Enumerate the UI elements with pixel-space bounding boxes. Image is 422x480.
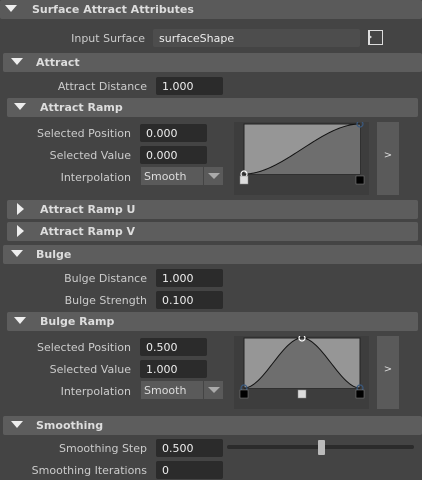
- selected-value-label: Selected Value: [49, 363, 131, 376]
- attract-distance-label: Attract Distance: [57, 80, 147, 93]
- input-surface-label: Input Surface: [71, 32, 145, 45]
- section-header-smoothing[interactable]: Smoothing: [3, 416, 422, 435]
- bulge-distance-label: Bulge Distance: [64, 272, 147, 285]
- expand-arrow-icon: [17, 225, 24, 237]
- section-title: Bulge Ramp: [40, 315, 115, 328]
- attract-distance-field[interactable]: 1.000: [156, 77, 223, 95]
- interpolation-dropdown[interactable]: Smooth: [141, 381, 223, 399]
- expand-arrow-icon: [17, 203, 24, 215]
- ramp-color-handle[interactable]: [355, 175, 365, 185]
- smoothing-iterations-field[interactable]: 0: [156, 461, 223, 479]
- attract-ramp-widget[interactable]: [234, 120, 369, 195]
- section-header-attract-ramp[interactable]: Attract Ramp: [7, 98, 418, 117]
- smoothing-step-label: Smoothing Step: [59, 442, 147, 455]
- collapse-arrow-icon: [5, 5, 17, 12]
- smoothing-step-slider[interactable]: [227, 440, 414, 455]
- section-header-main[interactable]: Surface Attract Attributes: [0, 0, 422, 19]
- section-header-attract-ramp-v[interactable]: Attract Ramp V: [7, 222, 418, 241]
- section-title: Surface Attract Attributes: [32, 3, 194, 16]
- ramp-color-handle[interactable]: [239, 175, 249, 185]
- section-header-bulge[interactable]: Bulge: [3, 245, 422, 264]
- bulge-ramp-widget[interactable]: [234, 334, 369, 409]
- interpolation-dropdown[interactable]: Smooth: [141, 167, 223, 185]
- section-title: Attract Ramp: [40, 101, 123, 114]
- section-title: Bulge: [36, 248, 72, 261]
- interpolation-label: Interpolation: [60, 385, 131, 398]
- section-title: Attract Ramp V: [40, 225, 136, 238]
- selected-value-field[interactable]: 0.000: [140, 146, 207, 164]
- selected-value-field[interactable]: 1.000: [140, 360, 207, 378]
- selected-position-label: Selected Position: [36, 341, 131, 354]
- section-header-bulge-ramp[interactable]: Bulge Ramp: [7, 312, 418, 331]
- selected-position-field[interactable]: 0.500: [140, 338, 207, 356]
- collapse-arrow-icon: [11, 250, 23, 257]
- ramp-color-handle[interactable]: [355, 389, 365, 399]
- expand-ramp-button[interactable]: >: [377, 122, 399, 195]
- section-title: Attract Ramp U: [40, 203, 136, 216]
- expand-ramp-button[interactable]: >: [377, 336, 399, 409]
- collapse-arrow-icon: [11, 421, 23, 428]
- bulge-distance-field[interactable]: 1.000: [156, 269, 223, 287]
- dropdown-value: Smooth: [144, 384, 187, 397]
- collapse-arrow-icon: [14, 103, 26, 110]
- smoothing-step-field[interactable]: 0.500: [156, 439, 223, 457]
- chevron-down-icon: [203, 381, 223, 399]
- collapse-arrow-icon: [11, 58, 23, 65]
- bulge-strength-label: Bulge Strength: [64, 294, 147, 307]
- selected-position-field[interactable]: 0.000: [140, 124, 207, 142]
- input-connection-icon[interactable]: [368, 30, 383, 45]
- ramp-color-handle[interactable]: [239, 389, 249, 399]
- collapse-arrow-icon: [14, 317, 26, 324]
- selected-position-label: Selected Position: [36, 127, 131, 140]
- section-title: Attract: [36, 56, 80, 69]
- chevron-down-icon: [203, 167, 223, 185]
- interpolation-label: Interpolation: [60, 171, 131, 184]
- slider-handle[interactable]: [317, 440, 325, 455]
- input-surface-field[interactable]: surfaceShape: [153, 29, 360, 47]
- section-header-attract[interactable]: Attract: [3, 53, 422, 72]
- ramp-color-handle[interactable]: [297, 389, 307, 399]
- dropdown-value: Smooth: [144, 170, 187, 183]
- section-title: Smoothing: [36, 419, 104, 432]
- ramp-graph[interactable]: [234, 334, 369, 409]
- section-header-attract-ramp-u[interactable]: Attract Ramp U: [7, 200, 418, 219]
- bulge-strength-field[interactable]: 0.100: [156, 291, 223, 309]
- selected-value-label: Selected Value: [49, 149, 131, 162]
- smoothing-iterations-label: Smoothing Iterations: [31, 464, 147, 477]
- ramp-graph[interactable]: [234, 120, 369, 195]
